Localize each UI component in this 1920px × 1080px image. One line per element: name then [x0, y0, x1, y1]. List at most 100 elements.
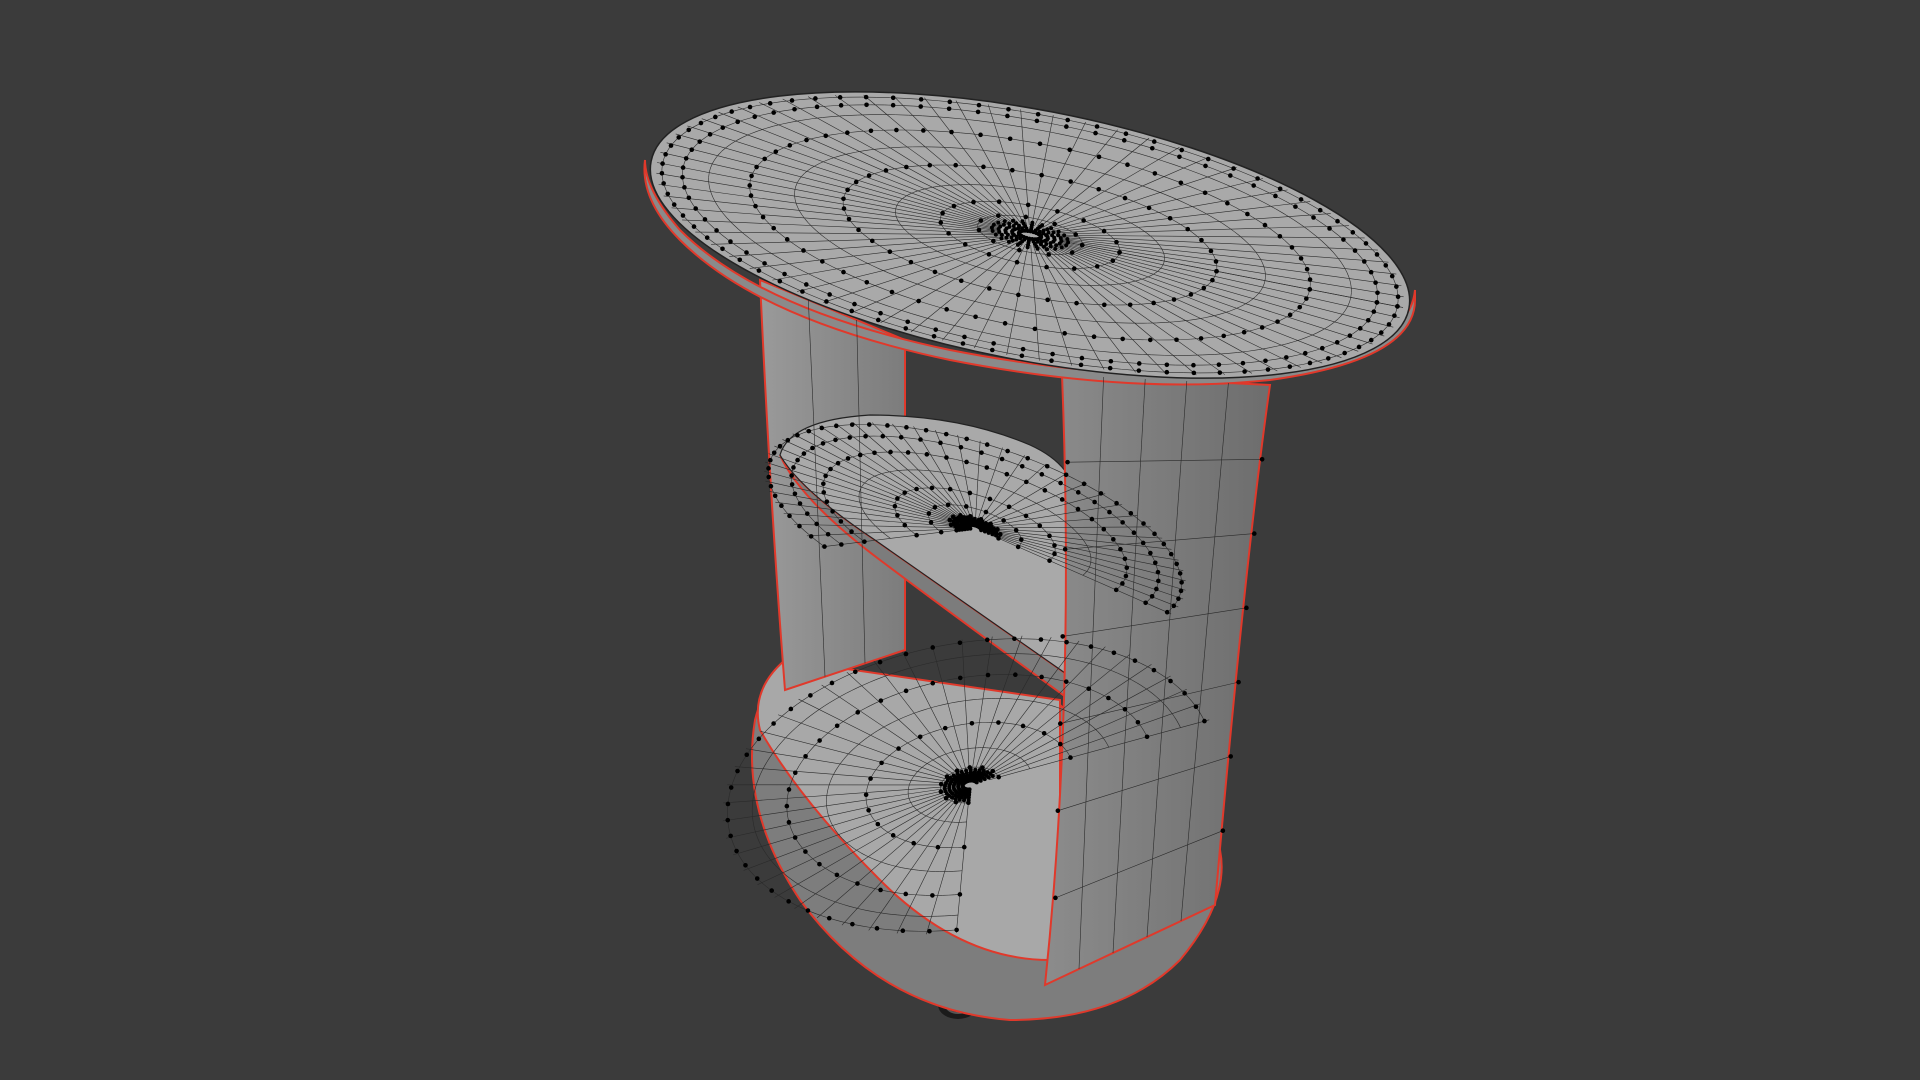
- mesh-vertex: [1058, 236, 1063, 241]
- mesh-edge: [920, 663, 928, 666]
- mesh-vertex: [869, 238, 875, 244]
- mesh-vertex: [748, 193, 754, 198]
- mesh-vertex: [1002, 321, 1008, 326]
- mesh-vertex: [771, 721, 776, 726]
- mesh-vertex: [1149, 594, 1155, 599]
- mesh-vertex: [982, 777, 987, 782]
- mesh-vertex: [940, 210, 945, 216]
- mesh-vertex: [1058, 480, 1063, 486]
- mesh-vertex: [839, 542, 844, 547]
- mesh-vertex: [830, 509, 835, 514]
- mesh-vertex: [841, 206, 847, 211]
- mesh-vertex: [1307, 287, 1313, 292]
- mesh-vertex: [1009, 235, 1014, 240]
- mesh-vertex: [1152, 171, 1158, 176]
- mesh-vertex: [1111, 650, 1117, 656]
- mesh-vertex: [787, 143, 793, 148]
- mesh-vertex: [1055, 209, 1060, 214]
- mesh-vertex: [773, 149, 779, 154]
- mesh-vertex: [1062, 233, 1067, 238]
- mesh-vertex: [1064, 124, 1069, 129]
- mesh-vertex: [875, 317, 881, 323]
- mesh-vertex: [756, 268, 762, 273]
- mesh-vertex: [993, 232, 998, 237]
- mesh-vertex: [1058, 741, 1063, 747]
- mesh-vertex: [1356, 344, 1362, 350]
- mesh-vertex: [853, 669, 858, 675]
- mesh-edge: [934, 660, 942, 663]
- mesh-vertex: [845, 187, 850, 193]
- mesh-vertex: [853, 179, 859, 185]
- mesh-vertex: [784, 803, 790, 809]
- mesh-vertex: [1259, 456, 1265, 462]
- mesh-vertex: [996, 220, 1001, 225]
- mesh-vertex: [835, 460, 841, 466]
- mesh-vertex: [1341, 237, 1346, 242]
- mesh-vertex: [1020, 219, 1025, 224]
- mesh-edge: [747, 868, 752, 873]
- mesh-vertex: [1122, 556, 1128, 562]
- mesh-vertex: [1067, 147, 1073, 153]
- mesh-edge: [758, 879, 763, 884]
- mesh-vertex: [1304, 296, 1309, 301]
- mesh-vertex: [1164, 362, 1170, 368]
- mesh-vertex: [1198, 336, 1204, 341]
- mesh-edge: [727, 823, 730, 828]
- mesh-vertex: [971, 199, 976, 205]
- mesh-vertex: [976, 102, 982, 108]
- mesh-vertex: [824, 299, 829, 304]
- mesh-vertex: [1046, 230, 1051, 235]
- mesh-vertex: [1178, 588, 1184, 594]
- mesh-vertex: [1188, 292, 1194, 297]
- mesh-vertex: [1057, 721, 1063, 726]
- mesh-vertex: [702, 217, 708, 222]
- mesh-vertex: [914, 532, 919, 538]
- front-panel-right[interactable]: [1043, 373, 1272, 987]
- mesh-vertex: [817, 738, 822, 743]
- mesh-edge: [945, 643, 953, 646]
- mesh-vertex: [1287, 364, 1293, 369]
- mesh-scene[interactable]: [0, 0, 1920, 1080]
- mesh-vertex: [786, 819, 792, 825]
- mesh-vertex: [1177, 154, 1182, 160]
- mesh-edge: [1080, 247, 1082, 249]
- mesh-edge: [734, 772, 737, 778]
- mesh-vertex: [725, 817, 731, 823]
- mesh-vertex: [833, 437, 838, 443]
- mesh-vertex: [990, 229, 995, 234]
- mesh-edge: [968, 640, 976, 642]
- mesh-vertex: [963, 504, 969, 509]
- mesh-vertex: [880, 433, 886, 439]
- mesh-vertex: [826, 915, 832, 921]
- mesh-vertex: [1365, 317, 1371, 323]
- mesh-vertex: [779, 503, 784, 509]
- mesh-edge: [1017, 532, 1019, 534]
- 3d-viewport[interactable]: [0, 0, 1920, 1080]
- mesh-vertex: [786, 787, 792, 792]
- mesh-vertex: [1073, 232, 1078, 237]
- mesh-vertex: [1174, 561, 1179, 567]
- mesh-vertex: [829, 680, 835, 686]
- mesh-vertex: [997, 532, 1003, 537]
- table-top[interactable]: [627, 39, 1433, 432]
- mesh-vertex: [1114, 239, 1119, 245]
- mesh-vertex: [1311, 215, 1316, 220]
- mesh-vertex: [1208, 248, 1214, 254]
- mesh-vertex: [1023, 513, 1029, 519]
- mesh-vertex: [665, 191, 671, 197]
- mesh-vertex: [777, 278, 783, 284]
- mesh-vertex: [962, 334, 967, 340]
- mesh-vertex: [1182, 690, 1187, 696]
- mesh-vertex: [1057, 241, 1062, 246]
- mesh-vertex: [1011, 218, 1016, 223]
- mesh-vertex: [964, 436, 969, 442]
- mesh-vertex: [926, 511, 932, 516]
- mesh-vertex: [1395, 304, 1400, 309]
- mesh-vertex: [975, 109, 981, 115]
- mesh-vertex: [1025, 202, 1031, 208]
- mesh-vertex: [878, 887, 883, 893]
- mesh-vertex: [973, 767, 978, 772]
- mesh-vertex: [729, 109, 735, 114]
- mesh-vertex: [1123, 573, 1129, 579]
- mesh-vertex: [747, 104, 753, 110]
